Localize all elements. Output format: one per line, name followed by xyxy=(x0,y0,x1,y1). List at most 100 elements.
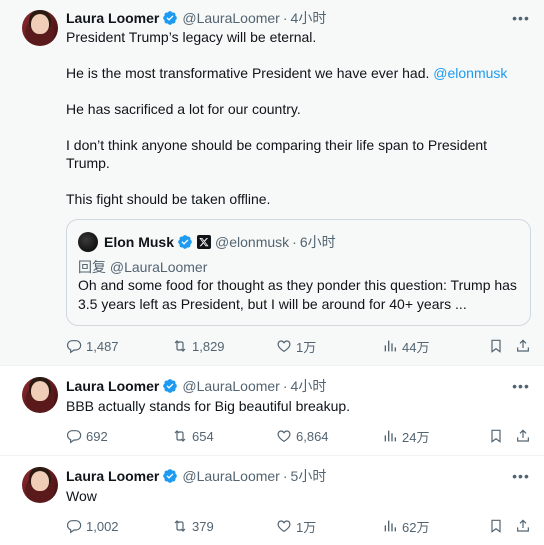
quote-author-handle: @elonmusk xyxy=(215,234,290,250)
share-button[interactable] xyxy=(515,426,535,446)
tweet-paragraph: President Trump’s legacy will be eternal… xyxy=(66,29,317,45)
tweet-paragraph: He has sacrificed a lot for our country. xyxy=(66,101,301,117)
verified-badge-icon[interactable] xyxy=(162,378,178,394)
like-button[interactable]: 1万 xyxy=(276,516,316,536)
repost-button[interactable]: 654 xyxy=(172,426,214,446)
like-icon xyxy=(277,430,291,443)
reply-icon xyxy=(66,340,82,354)
repost-button[interactable]: 379 xyxy=(172,516,214,536)
tweet-paragraph: BBB actually stands for Big beautiful br… xyxy=(66,398,351,414)
mention-link[interactable]: @elonmusk xyxy=(433,65,507,81)
tweet-text: President Trump’s legacy will be eternal… xyxy=(66,28,522,208)
avatar[interactable] xyxy=(22,10,58,46)
paragraph-text: He is the most transformative President … xyxy=(66,65,434,81)
reply-count: 692 xyxy=(86,428,108,444)
share-button[interactable] xyxy=(515,516,535,536)
more-icon[interactable]: ••• xyxy=(512,377,530,395)
reply-icon xyxy=(66,430,82,444)
bookmark-button[interactable] xyxy=(488,336,508,356)
verified-badge-icon xyxy=(178,235,192,249)
timestamp[interactable]: 4小时 xyxy=(291,8,327,28)
author-name[interactable]: Laura Loomer xyxy=(66,378,159,394)
like-count: 6,864 xyxy=(296,428,329,444)
tweet-paragraph: Wow xyxy=(66,488,97,504)
repost-button[interactable]: 1,829 xyxy=(172,336,225,356)
tweet-header: Laura Loomer @LauraLoomer · 4小时 xyxy=(66,376,326,396)
views-count: 24万 xyxy=(402,429,430,445)
bookmark-button[interactable] xyxy=(488,426,508,446)
share-icon xyxy=(517,339,529,352)
views-count: 62万 xyxy=(402,519,430,535)
timestamp[interactable]: 4小时 xyxy=(291,376,327,396)
author-name[interactable]: Laura Loomer xyxy=(66,468,159,484)
repost-count: 654 xyxy=(192,428,214,444)
quote-text: Oh and some food for thought as they pon… xyxy=(78,277,517,312)
author-name[interactable]: Laura Loomer xyxy=(66,10,159,26)
bookmark-icon xyxy=(491,429,501,443)
x-logo-icon xyxy=(197,235,212,249)
quote-avatar xyxy=(78,232,98,252)
repost-icon xyxy=(174,430,186,442)
like-button[interactable]: 1万 xyxy=(276,336,316,356)
views-button[interactable]: 24万 xyxy=(382,426,429,446)
views-icon xyxy=(384,340,396,352)
share-button[interactable] xyxy=(515,336,535,356)
like-icon xyxy=(277,520,291,533)
quote-timestamp: 6小时 xyxy=(299,234,336,250)
tweet-paragraph: This fight should be taken offline. xyxy=(66,191,271,207)
repost-icon xyxy=(174,340,186,352)
reply-icon xyxy=(66,520,82,534)
separator: · xyxy=(282,10,288,26)
views-button[interactable]: 44万 xyxy=(382,336,429,356)
reply-button[interactable]: 1,487 xyxy=(66,336,119,356)
action-bar: 1,487 1,829 1万 44万 xyxy=(66,336,532,356)
share-icon xyxy=(517,429,529,442)
author-handle[interactable]: @LauraLoomer xyxy=(182,10,280,26)
bookmark-icon xyxy=(491,339,501,353)
like-icon xyxy=(277,340,291,353)
reply-button[interactable]: 1,002 xyxy=(66,516,119,536)
tweet-header: Laura Loomer @LauraLoomer · 5小时 xyxy=(66,466,326,486)
author-handle[interactable]: @LauraLoomer xyxy=(182,468,280,484)
repost-icon xyxy=(174,520,186,532)
action-bar: 692 654 6,864 24万 xyxy=(66,426,532,446)
reply-button[interactable]: 692 xyxy=(66,426,108,446)
more-icon[interactable]: ••• xyxy=(512,9,530,27)
separator: · xyxy=(282,378,288,394)
verified-badge-icon[interactable] xyxy=(162,10,178,26)
like-button[interactable]: 6,864 xyxy=(276,426,329,446)
author-handle[interactable]: @LauraLoomer xyxy=(182,378,280,394)
share-icon xyxy=(517,519,529,532)
verified-badge-icon[interactable] xyxy=(162,468,178,484)
bookmark-button[interactable] xyxy=(488,516,508,536)
reply-context: 回复 @LauraLoomer xyxy=(78,259,208,275)
bookmark-icon xyxy=(491,519,501,533)
quote-header: Elon Musk @elonmusk · 6小时 xyxy=(78,232,336,252)
separator: · xyxy=(292,234,297,250)
views-icon xyxy=(384,430,396,442)
reply-count: 1,487 xyxy=(86,338,119,354)
tweet-3[interactable]: Laura Loomer @LauraLoomer · 5小时 ••• Wow … xyxy=(0,456,544,545)
views-count: 44万 xyxy=(402,339,430,355)
tweet-1[interactable]: Laura Loomer @LauraLoomer · 4小时 ••• Pres… xyxy=(0,0,544,366)
quote-author-name: Elon Musk xyxy=(104,234,175,250)
avatar[interactable] xyxy=(22,467,58,503)
tweet-paragraph: He is the most transformative President … xyxy=(66,64,522,82)
reply-count: 1,002 xyxy=(86,518,119,534)
tweet-header: Laura Loomer @LauraLoomer · 4小时 xyxy=(66,8,326,28)
more-icon[interactable]: ••• xyxy=(512,467,530,485)
like-count: 1万 xyxy=(296,339,317,355)
tweet-text: Wow xyxy=(66,487,522,505)
views-button[interactable]: 62万 xyxy=(382,516,429,536)
repost-count: 1,829 xyxy=(192,338,225,354)
like-count: 1万 xyxy=(296,519,317,535)
tweet-2[interactable]: Laura Loomer @LauraLoomer · 4小时 ••• BBB … xyxy=(0,366,544,456)
timestamp[interactable]: 5小时 xyxy=(291,466,327,486)
tweet-paragraph: I don’t think anyone should be comparing… xyxy=(66,137,488,171)
tweet-text: BBB actually stands for Big beautiful br… xyxy=(66,397,522,415)
repost-count: 379 xyxy=(192,518,214,534)
separator: · xyxy=(282,468,288,484)
views-icon xyxy=(384,520,396,532)
quoted-tweet[interactable]: Elon Musk @elonmusk · 6小时 回复 @LauraLoome… xyxy=(66,219,531,326)
avatar[interactable] xyxy=(22,377,58,413)
